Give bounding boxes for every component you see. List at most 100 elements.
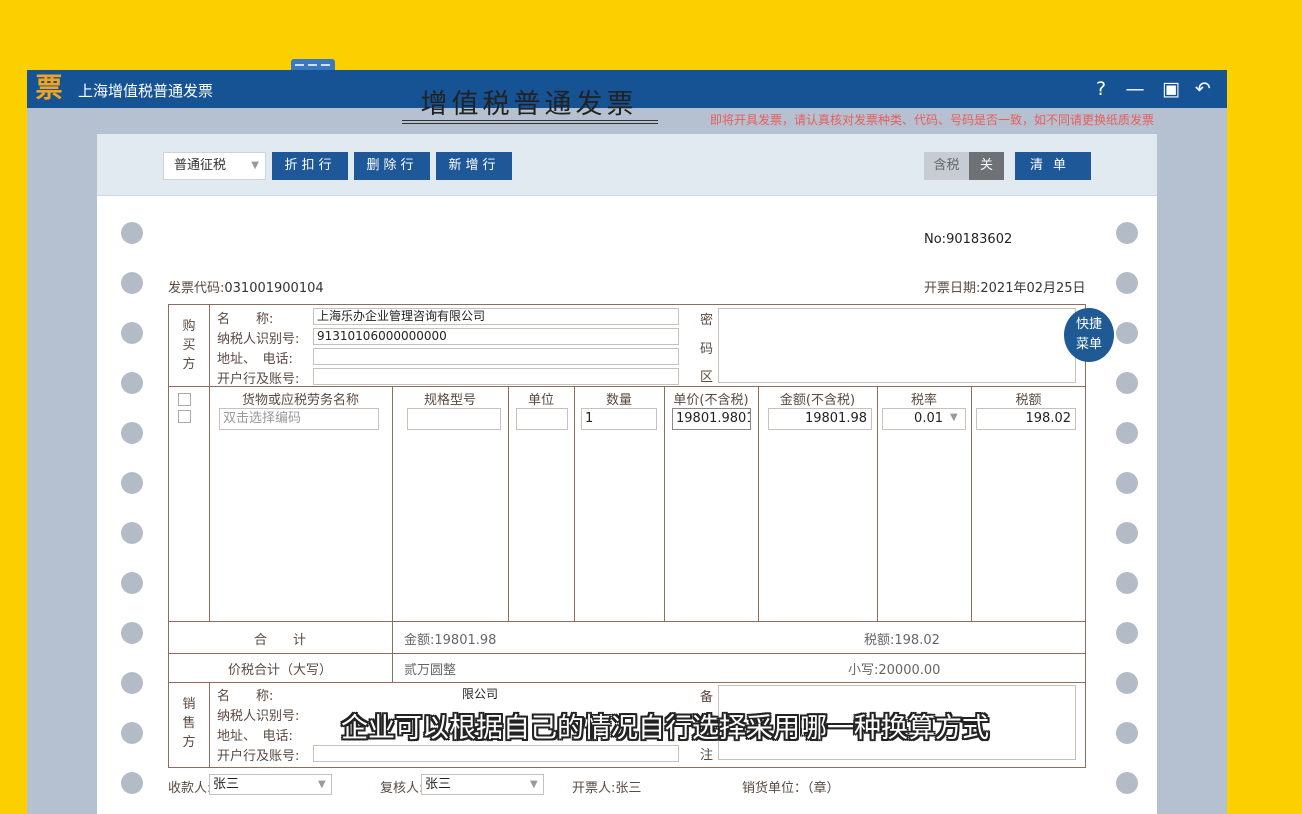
back-icon[interactable]: ↶ bbox=[1190, 76, 1216, 102]
buyer-addr-label: 地址、 电话: bbox=[217, 352, 293, 367]
reviewer-select[interactable]: 张三 bbox=[421, 774, 544, 795]
sum-label: 价税合计（大写） bbox=[227, 663, 332, 678]
seller-name-value: 限公司 bbox=[462, 687, 499, 701]
list-button[interactable]: 清单 bbox=[1015, 152, 1091, 180]
discount-row-button[interactable]: 折扣行 bbox=[272, 152, 348, 180]
item-tax-input[interactable]: 198.02 bbox=[976, 408, 1076, 430]
binder-hole bbox=[1116, 222, 1138, 244]
binder-hole bbox=[121, 372, 143, 394]
seller-name-label: 名 称: bbox=[217, 689, 274, 704]
seller-addr-label: 地址、 电话: bbox=[217, 729, 293, 744]
item-name-input[interactable]: 双击选择编码 bbox=[219, 408, 379, 430]
sum-words: 贰万圆整 bbox=[404, 663, 457, 678]
quick-menu-button[interactable]: 快捷 菜单 bbox=[1064, 308, 1114, 362]
payee-select[interactable]: 张三 bbox=[209, 774, 332, 795]
divider bbox=[168, 682, 1086, 683]
binder-hole bbox=[1116, 672, 1138, 694]
total-tax: 税额:198.02 bbox=[864, 633, 940, 648]
buyer-addr-input[interactable] bbox=[313, 348, 679, 365]
remark-char: 注 bbox=[700, 748, 714, 763]
binder-hole bbox=[121, 622, 143, 644]
password-char: 密 bbox=[700, 313, 714, 328]
row-checkbox[interactable] bbox=[178, 410, 191, 423]
header-rate: 税率 bbox=[910, 393, 937, 408]
buyer-name-input[interactable]: 上海乐办企业管理咨询有限公司 bbox=[313, 308, 679, 325]
item-unit-input[interactable] bbox=[516, 408, 568, 430]
buyer-bank-input[interactable] bbox=[313, 368, 679, 385]
binder-hole bbox=[1116, 722, 1138, 744]
quick-menu-line: 快捷 bbox=[1075, 317, 1102, 332]
restore-icon[interactable]: ▣ bbox=[1158, 76, 1184, 102]
binder-hole bbox=[121, 522, 143, 544]
divider bbox=[209, 682, 210, 768]
select-all-checkbox[interactable] bbox=[178, 393, 191, 406]
buyer-tax-id-input[interactable]: 91310106000000000 bbox=[313, 328, 679, 345]
seller-tax-id-label: 纳税人识别号: bbox=[217, 709, 300, 724]
binder-hole bbox=[1116, 622, 1138, 644]
binder-hole bbox=[121, 572, 143, 594]
invoice-date-value: 2021年02月25日 bbox=[980, 281, 1086, 296]
divider bbox=[877, 386, 878, 621]
video-subtitle: 企业可以根据自己的情况自行选择采用哪一种换算方式 bbox=[341, 713, 989, 744]
seller-bank-label: 开户行及账号: bbox=[217, 749, 300, 764]
item-spec-input[interactable] bbox=[407, 408, 501, 430]
header-name: 货物或应税劳务名称 bbox=[241, 393, 359, 408]
binder-hole bbox=[1116, 472, 1138, 494]
invoice-toolbar: 普通征税 ▼ 折扣行 删除行 新增行 含税 关 清单 bbox=[97, 134, 1157, 196]
quick-menu-line: 菜单 bbox=[1075, 337, 1102, 352]
seller-bank-input[interactable] bbox=[313, 745, 679, 762]
header-amount: 金额(不含税) bbox=[779, 393, 856, 408]
binder-hole bbox=[121, 722, 143, 744]
issuer: 开票人:张三 bbox=[572, 781, 642, 796]
payee-value: 张三 bbox=[213, 777, 240, 792]
binder-hole bbox=[121, 472, 143, 494]
buyer-side-label: 购买方 bbox=[182, 319, 196, 372]
chevron-down-icon: ▼ bbox=[950, 412, 958, 423]
window-title: 上海增值税普通发票 bbox=[78, 82, 214, 100]
buyer-tax-id-label: 纳税人识别号: bbox=[217, 332, 300, 347]
invoice-number-value: 90183602 bbox=[946, 232, 1013, 247]
title-underline bbox=[402, 123, 658, 124]
add-row-button[interactable]: 新增行 bbox=[436, 152, 512, 180]
binder-hole bbox=[1116, 322, 1138, 344]
minimize-icon[interactable]: — bbox=[1122, 76, 1148, 102]
invoice-code-value: 031001900104 bbox=[224, 281, 324, 296]
chevron-down-icon: ▼ bbox=[318, 779, 326, 790]
reviewer-value: 张三 bbox=[425, 777, 452, 792]
item-quantity-input[interactable]: 1 bbox=[581, 408, 657, 430]
tax-included-toggle[interactable]: 关 bbox=[969, 152, 1004, 180]
payee-label: 收款人: bbox=[168, 781, 212, 796]
tax-included-label[interactable]: 含税 bbox=[924, 152, 969, 180]
remark-char: 备 bbox=[700, 690, 714, 705]
invoice-code-label: 发票代码: bbox=[168, 281, 225, 296]
window-tab-handle[interactable] bbox=[291, 59, 335, 70]
binder-hole bbox=[1116, 372, 1138, 394]
binder-hole bbox=[1116, 522, 1138, 544]
total-label: 合 计 bbox=[253, 633, 306, 648]
binder-hole bbox=[121, 672, 143, 694]
invoice-code: 发票代码:031001900104 bbox=[168, 277, 324, 296]
binder-hole bbox=[121, 272, 143, 294]
divider bbox=[209, 304, 210, 386]
header-tax: 税额 bbox=[1015, 393, 1042, 408]
seller-unit: 销货单位：（章） bbox=[742, 781, 840, 796]
divider bbox=[168, 653, 1086, 654]
binder-hole bbox=[1116, 272, 1138, 294]
reviewer-label: 复核人: bbox=[380, 781, 424, 796]
buyer-bank-label: 开户行及账号: bbox=[217, 372, 300, 387]
item-amount-input[interactable]: 19801.98 bbox=[768, 408, 872, 430]
divider bbox=[209, 386, 210, 621]
item-price-input[interactable]: 19801.9801 bbox=[672, 408, 751, 430]
binder-hole bbox=[1116, 572, 1138, 594]
chevron-down-icon: ▼ bbox=[530, 779, 538, 790]
header-price: 单价(不含税) bbox=[673, 393, 749, 408]
buyer-name-label: 名 称: bbox=[217, 312, 274, 327]
header-quantity: 数量 bbox=[605, 393, 632, 408]
password-char: 区 bbox=[700, 370, 714, 385]
help-icon[interactable]: ? bbox=[1088, 76, 1114, 102]
title-underline bbox=[402, 120, 658, 121]
delete-row-button[interactable]: 删除行 bbox=[354, 152, 430, 180]
divider bbox=[574, 386, 575, 621]
seller-side-label: 销售方 bbox=[182, 697, 196, 750]
tax-type-select[interactable]: 普通征税 ▼ bbox=[163, 152, 266, 180]
